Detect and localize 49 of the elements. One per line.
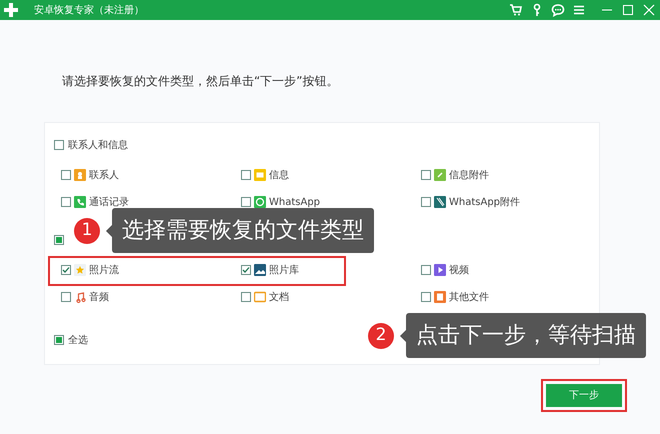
phone-icon (74, 196, 86, 208)
checkbox[interactable] (61, 197, 71, 207)
checkbox[interactable] (421, 170, 431, 180)
checkbox[interactable] (54, 140, 64, 150)
menu-icon[interactable] (572, 3, 586, 17)
checkbox[interactable] (61, 265, 71, 275)
checkbox[interactable] (54, 235, 64, 245)
chat-icon[interactable] (551, 3, 565, 17)
item-label: 联系人 (89, 168, 119, 182)
checkbox[interactable] (61, 292, 71, 302)
cart-icon[interactable] (509, 3, 523, 17)
image-icon (254, 264, 266, 276)
checkbox[interactable] (421, 292, 431, 302)
item-label: 照片库 (269, 264, 299, 278)
item-label: 文档 (269, 290, 289, 304)
maximize-icon[interactable] (621, 3, 635, 17)
plus-logo-icon (4, 3, 18, 17)
window-title: 安卓恢复专家（未注册） (34, 4, 144, 18)
message-icon (254, 169, 266, 181)
next-button[interactable]: 下一步 (546, 384, 622, 407)
item-label: WhatsApp附件 (449, 196, 520, 210)
select-all-label: 全选 (68, 334, 88, 348)
close-icon[interactable] (642, 3, 656, 17)
person-icon (74, 169, 86, 181)
star-icon (74, 264, 86, 276)
checkbox[interactable] (241, 265, 251, 275)
checkbox[interactable] (421, 265, 431, 275)
play-icon (434, 264, 446, 276)
checkbox[interactable] (241, 170, 251, 180)
item-label: 其他文件 (449, 290, 489, 304)
checkbox[interactable] (421, 197, 431, 207)
callout-text: 选择需要恢复的文件类型 (112, 208, 374, 253)
checkbox[interactable] (241, 197, 251, 207)
checkbox[interactable] (61, 170, 71, 180)
item-label: 信息 (269, 168, 289, 182)
folder-icon (254, 291, 266, 303)
checkbox[interactable] (54, 335, 64, 345)
item-label: WhatsApp (269, 196, 320, 210)
callout-text: 点击下一步，等待扫描 (406, 313, 646, 358)
instruction-text: 请选择要恢复的文件类型，然后单击“下一步”按钮。 (62, 73, 340, 90)
music-note-icon (74, 291, 86, 303)
file-icon (434, 291, 446, 303)
item-label: 照片流 (89, 264, 119, 278)
item-label: 音频 (89, 290, 109, 304)
checkbox[interactable] (241, 292, 251, 302)
item-label: 通话记录 (89, 196, 129, 210)
item-label: 视频 (449, 264, 469, 278)
item-label: 信息附件 (449, 168, 489, 182)
group-label: 联系人和信息 (68, 138, 128, 152)
